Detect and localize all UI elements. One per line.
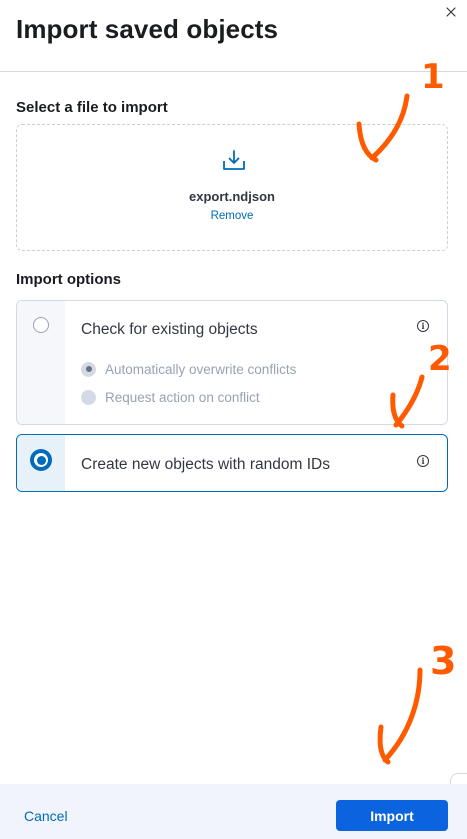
- cancel-button[interactable]: Cancel: [24, 808, 68, 824]
- file-name: export.ndjson: [189, 189, 275, 204]
- header-divider: [0, 71, 467, 72]
- file-section-label: Select a file to import: [16, 99, 168, 116]
- annotation-arrow-3: [377, 667, 423, 765]
- close-icon[interactable]: [441, 2, 461, 22]
- radio-dot: [81, 389, 96, 405]
- create-new-label: Create new objects with random IDs: [81, 456, 330, 473]
- check-existing-label: Check for existing objects: [81, 321, 258, 338]
- overwrite-conflicts-label: Automatically overwrite conflicts: [105, 361, 297, 377]
- option-create-new[interactable]: Create new objects with random IDs i: [16, 434, 448, 492]
- request-action-radio[interactable]: Request action on conflict: [81, 388, 260, 406]
- remove-file-link[interactable]: Remove: [17, 210, 447, 222]
- radio-dot: [81, 361, 96, 377]
- info-icon[interactable]: i: [417, 455, 429, 467]
- annotation-number-1: 1: [421, 57, 445, 97]
- flyout-title: Import saved objects: [16, 14, 279, 44]
- info-icon[interactable]: i: [417, 320, 429, 332]
- annotation-number-3: 3: [430, 639, 456, 683]
- create-new-radio[interactable]: [30, 449, 52, 471]
- option-check-existing[interactable]: Check for existing objects i Automatical…: [16, 300, 448, 425]
- import-button[interactable]: Import: [336, 800, 448, 831]
- flyout-footer: Cancel Import: [0, 784, 467, 839]
- overwrite-conflicts-radio[interactable]: Automatically overwrite conflicts: [81, 360, 296, 378]
- import-options-label: Import options: [16, 271, 121, 288]
- close-x-glyph: [446, 7, 456, 17]
- upload-icon: [223, 150, 245, 170]
- request-action-label: Request action on conflict: [105, 389, 260, 405]
- check-existing-radio[interactable]: [33, 317, 49, 333]
- file-dropzone[interactable]: export.ndjson Remove: [16, 124, 448, 251]
